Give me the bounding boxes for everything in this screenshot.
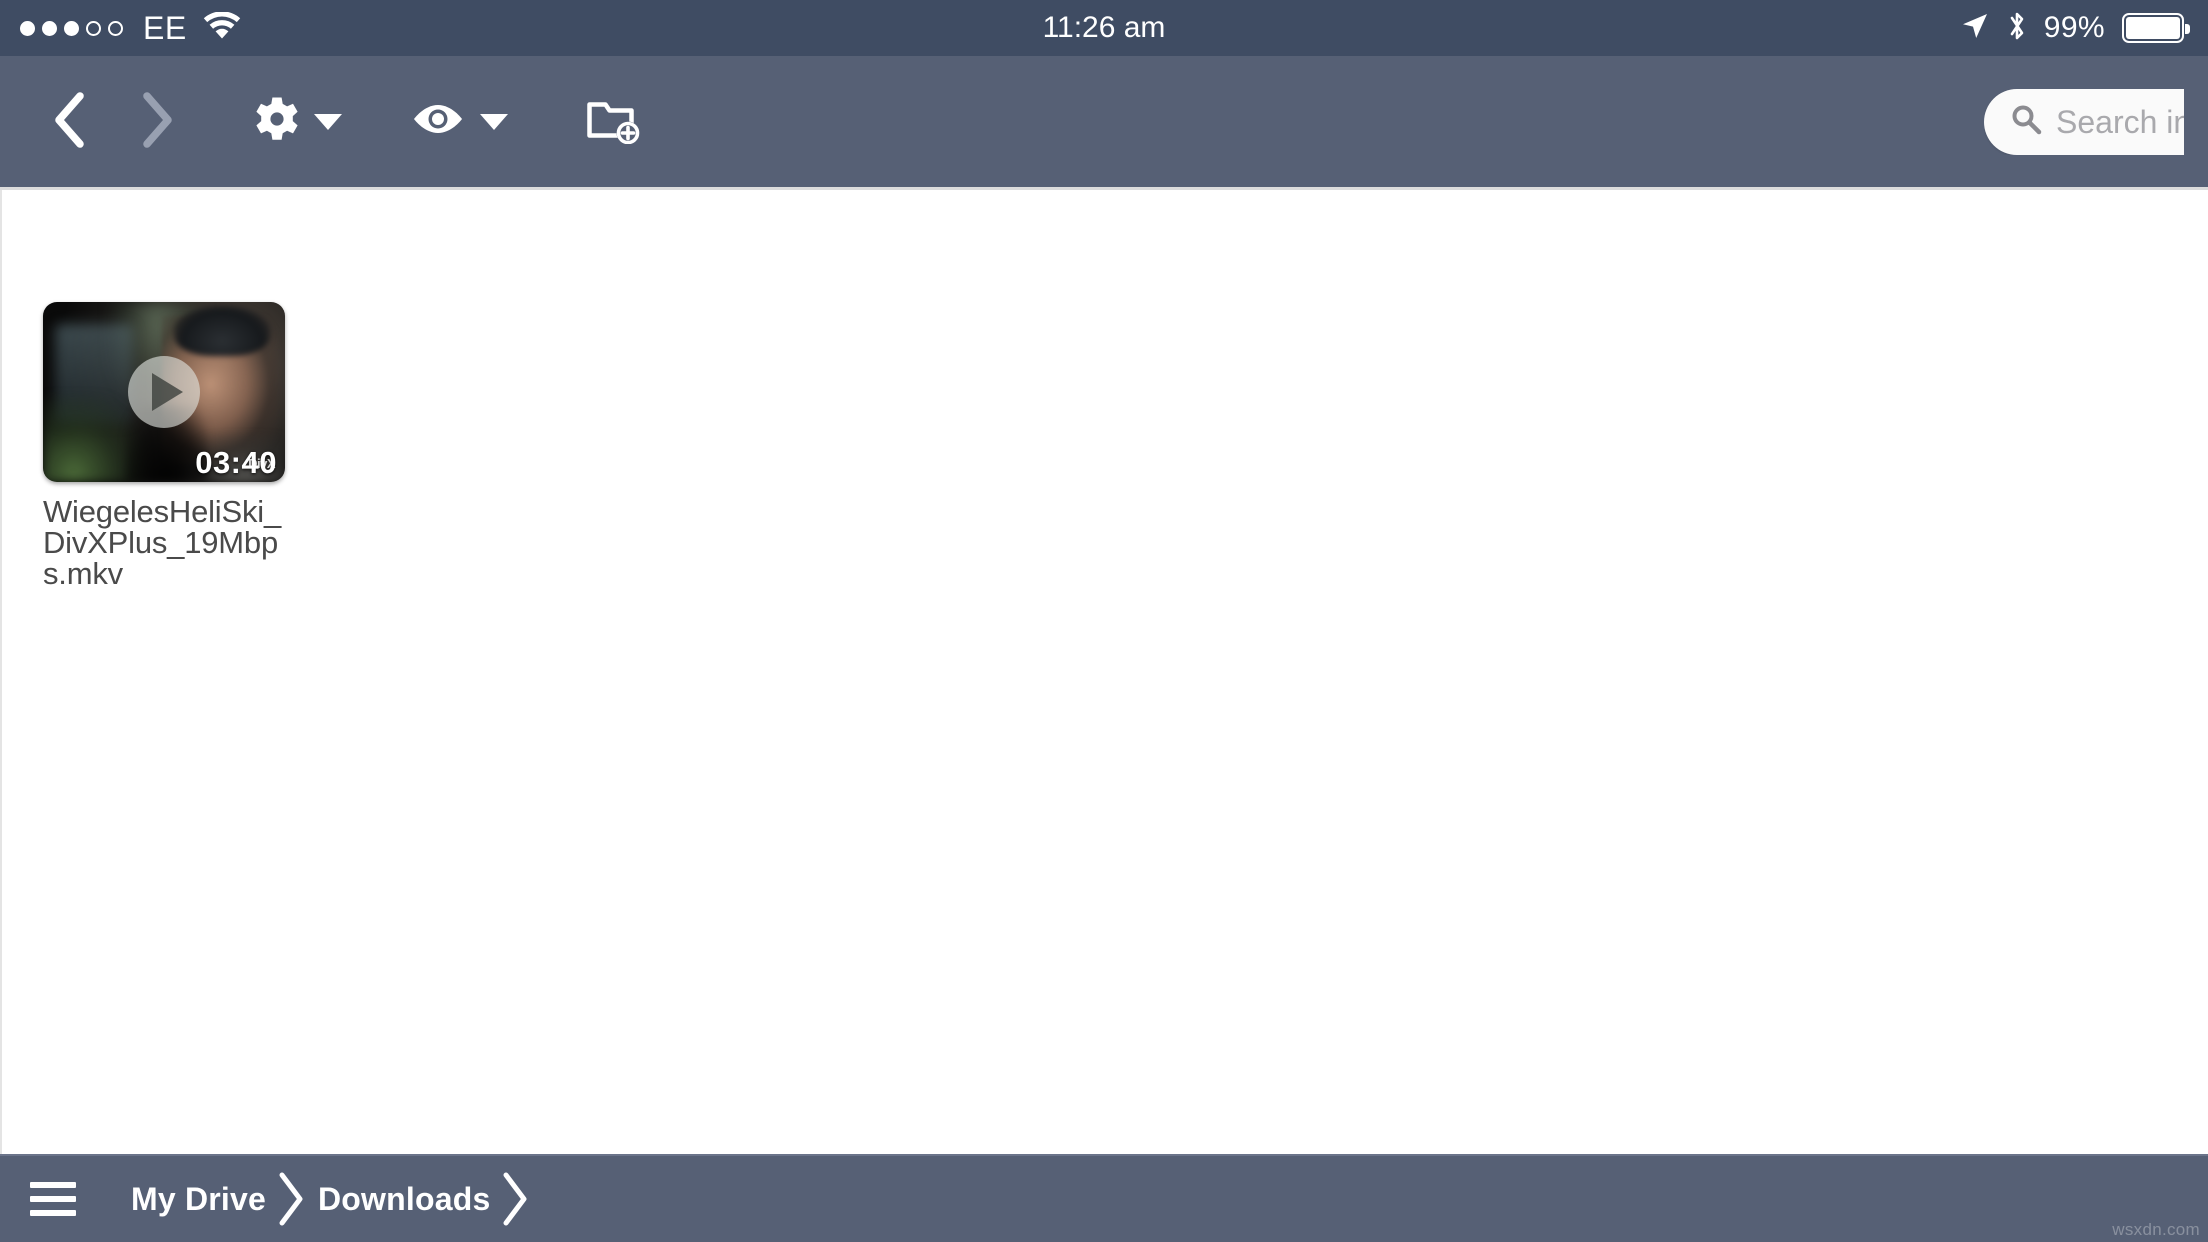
chevron-right-icon [276, 1170, 306, 1228]
video-thumbnail[interactable]: 03:40 DivX [43, 302, 285, 482]
signal-dot-1 [20, 20, 35, 36]
search-icon [2010, 103, 2042, 140]
chevron-right-icon [500, 1170, 530, 1228]
divx-format-badge: DivX [248, 456, 275, 471]
play-button-icon[interactable] [128, 356, 200, 428]
file-list-area: 03:40 DivX WiegelesHeliSki_DivXPlus_19Mb… [0, 190, 2208, 1154]
signal-dot-3 [64, 20, 79, 36]
view-options-button[interactable] [410, 99, 508, 144]
signal-dot-5 [108, 20, 123, 36]
file-grid: 03:40 DivX WiegelesHeliSki_DivXPlus_19Mb… [43, 302, 2208, 589]
chevron-right-icon [136, 91, 176, 152]
chevron-left-icon [50, 91, 90, 152]
file-browser-app: EE 11:26 am 99% Search in 03:40 DivX Wie… [0, 0, 2208, 1242]
eye-icon [410, 99, 466, 144]
bluetooth-icon [2007, 10, 2027, 47]
battery-percentage: 99% [2043, 11, 2105, 44]
status-bar-right: 99% [1960, 10, 2190, 47]
site-watermark: wsxdn.com [2112, 1220, 2200, 1239]
wifi-icon [203, 10, 241, 45]
gear-icon [254, 96, 300, 147]
cellular-signal-dots [20, 20, 123, 36]
forward-button[interactable] [136, 91, 176, 152]
location-arrow-icon [1960, 11, 1990, 46]
carrier-name: EE [143, 10, 187, 46]
file-name-label: WiegelesHeliSki_DivXPlus_19Mbps.mkv [43, 494, 282, 591]
signal-dot-2 [42, 20, 57, 36]
status-bar-left: EE [20, 10, 241, 46]
folder-plus-icon [586, 96, 642, 147]
status-bar-clock: 11:26 am [1042, 11, 1166, 44]
ios-status-bar: EE 11:26 am 99% [0, 0, 2208, 56]
search-placeholder: Search in... [2056, 103, 2184, 140]
signal-dot-4 [86, 20, 101, 36]
list-item[interactable]: 03:40 DivX WiegelesHeliSki_DivXPlus_19Mb… [43, 302, 287, 589]
search-field-container: Search in... [1984, 88, 2184, 155]
caret-down-icon [480, 113, 508, 130]
main-toolbar: Search in... [0, 56, 2208, 190]
breadcrumb-trail: My Drive Downloads [131, 1170, 542, 1228]
hamburger-menu-icon[interactable] [30, 1182, 76, 1216]
breadcrumb-item-downloads[interactable]: Downloads [318, 1183, 490, 1215]
search-input[interactable]: Search in... [1984, 88, 2184, 155]
battery-icon [2122, 13, 2190, 43]
breadcrumb: My Drive Downloads wsxdn.com [0, 1154, 2208, 1242]
caret-down-icon [314, 113, 342, 130]
new-folder-button[interactable] [586, 96, 642, 147]
breadcrumb-item-my-drive[interactable]: My Drive [131, 1183, 266, 1215]
back-button[interactable] [50, 91, 90, 152]
settings-menu-button[interactable] [254, 96, 342, 147]
